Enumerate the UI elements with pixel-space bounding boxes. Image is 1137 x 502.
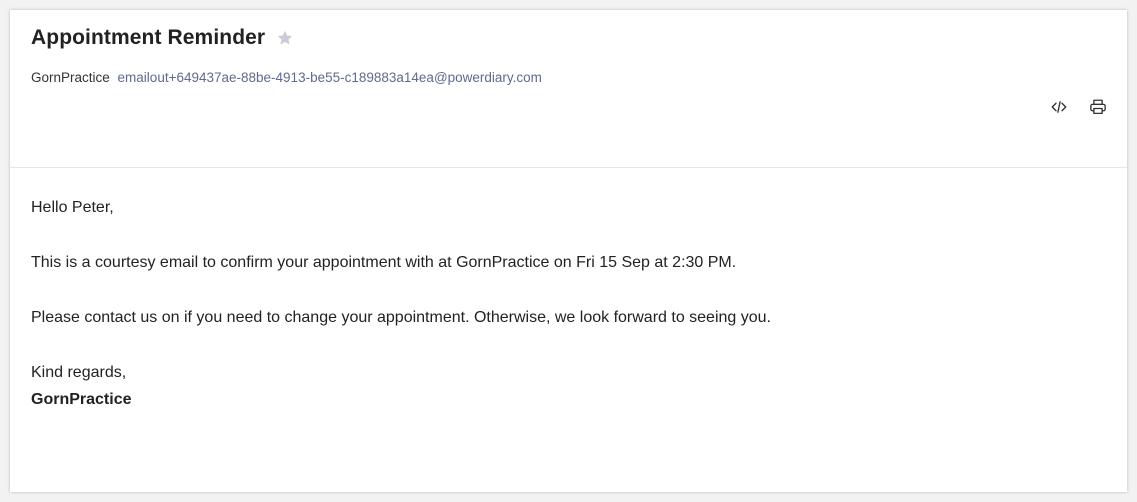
body-paragraph-1: This is a courtesy email to confirm your… xyxy=(31,254,737,271)
printer-icon[interactable] xyxy=(1087,96,1109,118)
title-row: Appointment Reminder xyxy=(31,26,294,50)
closing: Kind regards, xyxy=(31,364,127,381)
email-header: Appointment Reminder GornPractice emailo… xyxy=(10,10,1127,168)
email-subject: Appointment Reminder xyxy=(31,26,266,49)
greeting: Hello Peter, xyxy=(31,199,114,216)
signature: GornPractice xyxy=(31,391,132,408)
body-paragraph-2: Please contact us on if you need to chan… xyxy=(31,309,771,326)
sender-email[interactable]: emailout+649437ae-88be-4913-be55-c189883… xyxy=(118,70,542,85)
code-icon[interactable] xyxy=(1048,96,1070,118)
email-body: Hello Peter, This is a courtesy email to… xyxy=(31,198,771,409)
sender-name: GornPractice xyxy=(31,70,110,85)
star-icon[interactable] xyxy=(276,29,294,47)
sender-row: GornPractice emailout+649437ae-88be-4913… xyxy=(31,70,542,85)
header-actions xyxy=(1031,96,1109,118)
email-card: Appointment Reminder GornPractice emailo… xyxy=(10,10,1127,492)
